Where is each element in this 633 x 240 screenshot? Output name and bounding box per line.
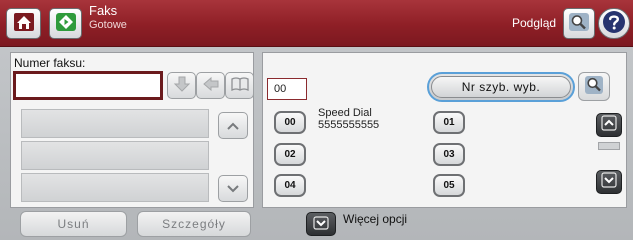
list-scroll-up-button[interactable] — [218, 112, 248, 139]
help-button[interactable] — [598, 8, 630, 39]
arrow-down-icon — [173, 75, 191, 97]
speed-dial-code-input[interactable]: 00 — [267, 78, 307, 100]
recipient-row-3[interactable] — [21, 173, 209, 202]
status-text: Gotowe — [89, 19, 127, 31]
chevron-down-icon — [226, 179, 240, 198]
fax-start-button[interactable] — [49, 8, 82, 39]
speed-dial-scroll-track[interactable] — [598, 142, 620, 150]
speed-dial-search-button[interactable] — [578, 72, 610, 101]
fax-screen: Faks Gotowe Podgląd Numer faksu: Usuń Sz… — [0, 0, 633, 240]
speed-dial-button[interactable]: Nr szyb. wyb. — [427, 72, 575, 102]
backspace-arrow-icon — [202, 75, 220, 97]
speed-dial-entry-05[interactable]: 05 — [433, 174, 465, 197]
home-button[interactable] — [6, 8, 41, 39]
speed-dial-entry-04[interactable]: 04 — [274, 174, 306, 197]
chevron-up-icon — [226, 116, 240, 135]
home-icon — [13, 12, 35, 36]
phone-book-icon — [230, 75, 250, 97]
list-scroll-down-button[interactable] — [218, 175, 248, 202]
speed-dial-scroll-down-button[interactable] — [596, 170, 622, 194]
recipient-row-2[interactable] — [21, 141, 209, 170]
speed-dial-entry-02[interactable]: 02 — [274, 143, 306, 166]
chevron-down-icon — [313, 215, 329, 234]
screen-title: Faks — [89, 3, 118, 18]
details-button[interactable]: Szczegóły — [137, 211, 251, 237]
speed-dial-entry-00[interactable]: 00 — [274, 111, 306, 134]
speed-dial-scroll-up-button[interactable] — [596, 113, 622, 137]
speed-dial-entry-01[interactable]: 01 — [433, 111, 465, 134]
magnifier-icon — [568, 12, 590, 36]
magnifier-icon — [584, 75, 604, 99]
fax-number-input[interactable] — [13, 71, 163, 100]
chevron-down-icon — [601, 172, 617, 192]
speed-dial-entry-fax: 5555555555 — [318, 119, 380, 131]
speed-dial-entry-00-details: Speed Dial 5555555555 — [318, 107, 379, 131]
backspace-button[interactable] — [196, 72, 225, 99]
preview-label: Podgląd — [512, 16, 557, 30]
fax-number-label: Numer faksu: — [14, 56, 86, 70]
down-arrow-button[interactable] — [167, 72, 196, 99]
speed-dial-button-label: Nr szyb. wyb. — [431, 76, 571, 98]
preview-button[interactable] — [563, 8, 595, 39]
delete-button[interactable]: Usuń — [20, 211, 127, 237]
top-bar: Faks Gotowe Podgląd — [0, 0, 633, 47]
more-options-button[interactable] — [306, 212, 336, 236]
chevron-up-icon — [601, 115, 617, 135]
more-options-label[interactable]: Więcej opcji — [343, 212, 407, 226]
speed-dial-entry-03[interactable]: 03 — [433, 143, 465, 166]
recipient-row-1[interactable] — [21, 109, 209, 138]
phone-book-button[interactable] — [225, 72, 254, 99]
fax-start-icon — [55, 12, 77, 36]
speed-dial-entry-name: Speed Dial — [318, 107, 372, 119]
help-icon — [602, 10, 626, 38]
